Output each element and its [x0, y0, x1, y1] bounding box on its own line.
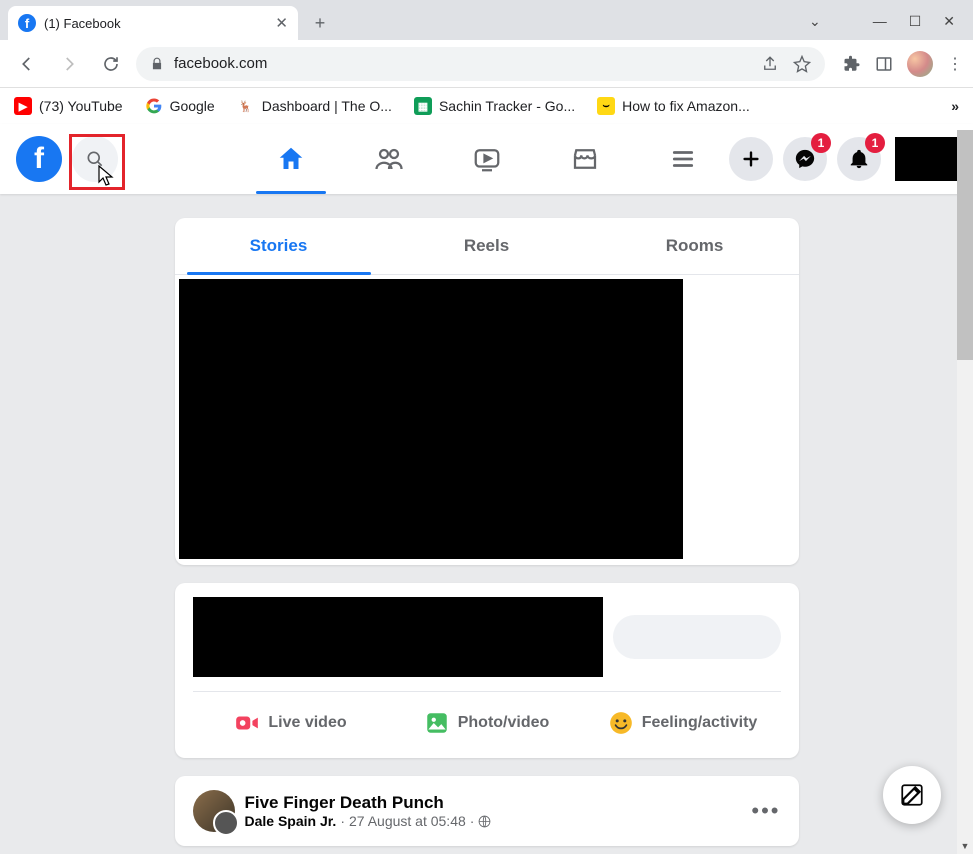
reload-button[interactable]	[94, 47, 128, 81]
search-button[interactable]	[72, 136, 118, 182]
browser-toolbar: facebook.com ⋮	[0, 40, 973, 88]
nav-friends[interactable]	[344, 124, 434, 194]
post-title[interactable]: Five Finger Death Punch	[245, 793, 492, 813]
back-button[interactable]	[10, 47, 44, 81]
feed-post: Five Finger Death Punch Dale Spain Jr. ·…	[175, 776, 799, 846]
chrome-menu-icon[interactable]: ⋮	[947, 54, 963, 74]
profile-avatar[interactable]	[907, 51, 933, 77]
bookmark-star-icon[interactable]	[793, 55, 811, 73]
minimize-button[interactable]: —	[873, 13, 887, 30]
facebook-favicon: f	[18, 14, 36, 32]
address-bar[interactable]: facebook.com	[136, 47, 825, 81]
dashboard-icon: 🦌	[237, 97, 255, 115]
extensions-icon[interactable]	[843, 55, 861, 73]
url-text: facebook.com	[174, 55, 267, 72]
tab-overflow-icon[interactable]: ⌄	[809, 13, 821, 30]
stories-card: Stories Reels Rooms	[175, 218, 799, 565]
messenger-badge: 1	[811, 133, 831, 153]
tab-stories[interactable]: Stories	[175, 218, 383, 274]
live-video-icon	[234, 710, 260, 736]
stories-tray[interactable]	[179, 279, 683, 559]
bookmark-tracker[interactable]: ▦Sachin Tracker - Go...	[414, 97, 575, 115]
tab-reels[interactable]: Reels	[383, 218, 591, 274]
messenger-button[interactable]: 1	[783, 137, 827, 181]
nav-menu[interactable]	[638, 124, 728, 194]
scroll-down-arrow[interactable]: ▼	[957, 838, 973, 854]
facebook-logo[interactable]: f	[16, 136, 62, 182]
post-menu-button[interactable]: •••	[751, 798, 780, 824]
post-avatar[interactable]	[193, 790, 235, 832]
close-window-button[interactable]: ✕	[943, 13, 955, 30]
profile-thumbnail[interactable]	[895, 137, 957, 181]
lock-icon	[150, 57, 164, 71]
compose-fab[interactable]	[883, 766, 941, 824]
browser-titlebar: f (1) Facebook ✕ + ⌄ — ☐ ✕	[0, 0, 973, 40]
post-author[interactable]: Dale Spain Jr.	[245, 813, 337, 829]
nav-marketplace[interactable]	[540, 124, 630, 194]
close-tab-icon[interactable]: ✕	[275, 14, 288, 32]
post-time: 27 August at 05:48	[349, 813, 466, 829]
photo-video-icon	[424, 710, 450, 736]
google-icon	[145, 97, 163, 115]
bookmark-google[interactable]: Google	[145, 97, 215, 115]
post-meta: Dale Spain Jr. · 27 August at 05:48 ·	[245, 813, 492, 829]
bookmark-amazon[interactable]: ⌣How to fix Amazon...	[597, 97, 750, 115]
forward-button[interactable]	[52, 47, 86, 81]
composer-redacted	[193, 597, 603, 677]
new-tab-button[interactable]: +	[306, 9, 334, 37]
scrollbar[interactable]: ▼	[957, 130, 973, 854]
notifications-badge: 1	[865, 133, 885, 153]
browser-tab[interactable]: f (1) Facebook ✕	[8, 6, 298, 40]
facebook-navbar: f 1 1	[0, 124, 973, 194]
amazon-icon: ⌣	[597, 97, 615, 115]
bookmark-youtube[interactable]: ▶(73) YouTube	[14, 97, 123, 115]
tab-rooms[interactable]: Rooms	[591, 218, 799, 274]
feed-content: Stories Reels Rooms Live video Photo/vid…	[0, 194, 973, 854]
bookmarks-bar: ▶(73) YouTube Google 🦌Dashboard | The O.…	[0, 88, 973, 124]
nav-watch[interactable]	[442, 124, 532, 194]
bookmark-dashboard[interactable]: 🦌Dashboard | The O...	[237, 97, 392, 115]
composer-live-video[interactable]: Live video	[193, 702, 389, 744]
composer-feeling[interactable]: Feeling/activity	[585, 702, 781, 744]
create-button[interactable]	[729, 137, 773, 181]
sheets-icon: ▦	[414, 97, 432, 115]
composer-card: Live video Photo/video Feeling/activity	[175, 583, 799, 758]
window-controls: ⌄ — ☐ ✕	[809, 13, 973, 40]
side-panel-icon[interactable]	[875, 55, 893, 73]
bookmarks-overflow[interactable]: »	[951, 98, 959, 114]
youtube-icon: ▶	[14, 97, 32, 115]
tab-title: (1) Facebook	[44, 16, 267, 31]
scroll-thumb[interactable]	[957, 130, 973, 360]
share-icon[interactable]	[761, 55, 779, 73]
notifications-button[interactable]: 1	[837, 137, 881, 181]
feeling-icon	[608, 710, 634, 736]
globe-icon	[478, 815, 491, 828]
nav-home[interactable]	[246, 124, 336, 194]
composer-input[interactable]	[613, 615, 781, 659]
composer-photo-video[interactable]: Photo/video	[389, 702, 585, 744]
maximize-button[interactable]: ☐	[909, 13, 922, 30]
